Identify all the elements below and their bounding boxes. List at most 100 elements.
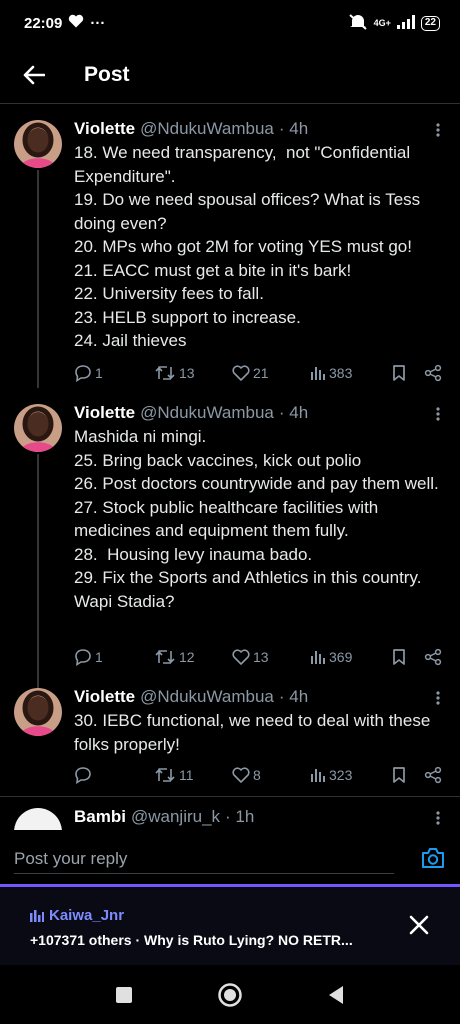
tweet-header: Bambi @wanjiru_k · 1h [74,806,446,828]
thread-line [37,454,39,688]
repost-button[interactable]: 13 [154,364,232,382]
avatar[interactable] [14,808,62,830]
avatar[interactable] [14,404,62,452]
author-handle[interactable]: @NdukuWambua [140,687,274,707]
tweet-time: · 1h [225,807,255,826]
tweet-3[interactable]: Violette @NdukuWambua · 4h 30. IEBC func… [0,686,460,790]
camera-icon [422,848,444,868]
tweet-4[interactable]: Bambi @wanjiru_k · 1h [0,806,460,830]
space-host: Kaiwa_Jnr [30,907,124,924]
reply-composer [0,830,460,886]
more-options-icon[interactable] [428,404,448,424]
author-handle[interactable]: @NdukuWambua [140,119,274,139]
repost-icon [155,366,175,380]
repost-icon [155,650,175,664]
share-icon [424,766,442,784]
tweet-line: 20. MPs who got 2M for voting YES must g… [74,237,412,256]
tweet-text: 18. We need transparency, not "Confident… [74,141,446,353]
reply-count: 1 [95,649,103,665]
reply-button[interactable] [74,766,154,784]
author-name[interactable]: Violette [74,687,135,707]
audio-bars-icon [30,909,44,922]
page-header: Post [0,46,460,104]
back-button[interactable] [14,55,54,95]
share-button[interactable] [424,648,442,666]
views-icon [311,651,325,664]
more-options-icon[interactable] [428,808,448,828]
tweet-line: 27. Stock public healthcare facilities w… [74,497,383,541]
like-icon [232,649,250,665]
author-handle[interactable]: @NdukuWambua [140,403,274,423]
tweet-1[interactable]: Violette @NdukuWambua · 4h 18. We need t… [0,118,460,388]
system-navigation-bar [0,965,460,1024]
page-title: Post [84,62,130,86]
tweet-line: 22. University fees to fall. [74,284,264,303]
more-options-icon[interactable] [428,688,448,708]
author-handle[interactable]: @wanjiru_k [131,807,220,827]
like-button[interactable]: 13 [232,649,310,665]
bookmark-button[interactable] [392,364,424,382]
author-name[interactable]: Bambi [74,807,126,827]
author-name[interactable]: Violette [74,119,135,139]
status-time: 22:09 [24,14,63,32]
bookmark-button[interactable] [392,648,424,666]
avatar[interactable] [14,688,62,736]
like-button[interactable]: 8 [232,767,310,783]
back-triangle-icon [329,985,343,1004]
close-space-button[interactable] [408,914,432,938]
tweet-time: · 4h [278,403,309,422]
tweet-actions: 1 12 13 369 [74,645,446,669]
home-button[interactable] [215,980,245,1010]
live-space-bar[interactable]: Kaiwa_Jnr +107371 others · Why is Ruto L… [0,887,460,965]
bookmark-icon [393,649,405,665]
tweet-text: 30. IEBC functional, we need to deal wit… [74,709,446,756]
like-icon [232,365,250,381]
thread-line [37,170,39,388]
reply-button[interactable]: 1 [74,364,154,382]
tweet-time: · 4h [278,119,309,138]
back-nav-button[interactable] [321,980,351,1010]
views-button[interactable]: 383 [310,365,392,381]
tweet-time: · 4h [278,687,309,706]
space-title: +107371 others · Why is Ruto Lying? NO R… [30,932,353,948]
network-label: 4G+ [373,18,391,28]
recents-button[interactable] [109,980,139,1010]
reply-input[interactable] [14,844,394,874]
reply-icon [75,767,91,784]
camera-button[interactable] [420,846,446,872]
mute-icon [348,13,368,33]
repost-icon [155,768,175,782]
repost-count: 12 [179,649,195,665]
tweet-line: 21. EACC must get a bite in it's bark! [74,260,352,280]
repost-count: 13 [179,365,195,381]
like-button[interactable]: 21 [232,365,310,381]
tweet-line: 24. Jail thieves [74,331,187,350]
reply-button[interactable]: 1 [74,648,154,666]
more-options-icon[interactable] [428,120,448,140]
bookmark-icon [393,767,405,783]
author-name[interactable]: Violette [74,403,135,423]
bookmark-button[interactable] [392,766,424,784]
battery-indicator: 22 [420,15,440,31]
reply-icon [75,365,91,382]
views-button[interactable]: 369 [310,649,392,665]
share-icon [424,648,442,666]
share-button[interactable] [424,766,442,784]
tweet-line: 26. Post doctors countrywide and pay the… [74,474,439,493]
like-icon [232,767,250,783]
tweet-line: 30. IEBC functional, we need to deal wit… [74,711,436,754]
repost-button[interactable]: 11 [154,766,232,784]
repost-button[interactable]: 12 [154,648,232,666]
share-button[interactable] [424,364,442,382]
avatar[interactable] [14,120,62,168]
tweet-2[interactable]: Violette @NdukuWambua · 4h Mashida ni mi… [0,402,460,688]
tweet-line: 18. We need transparency, not "Confident… [74,143,415,186]
reply-icon [75,649,91,666]
like-count: 21 [253,365,269,381]
tweet-header: Violette @NdukuWambua · 4h [74,402,446,424]
tweet-line: 19. Do we need spousal offices? What is … [74,190,425,233]
view-count: 369 [329,649,353,665]
heart-icon [68,14,84,32]
views-button[interactable]: 323 [310,767,392,783]
bookmark-icon [393,365,405,381]
